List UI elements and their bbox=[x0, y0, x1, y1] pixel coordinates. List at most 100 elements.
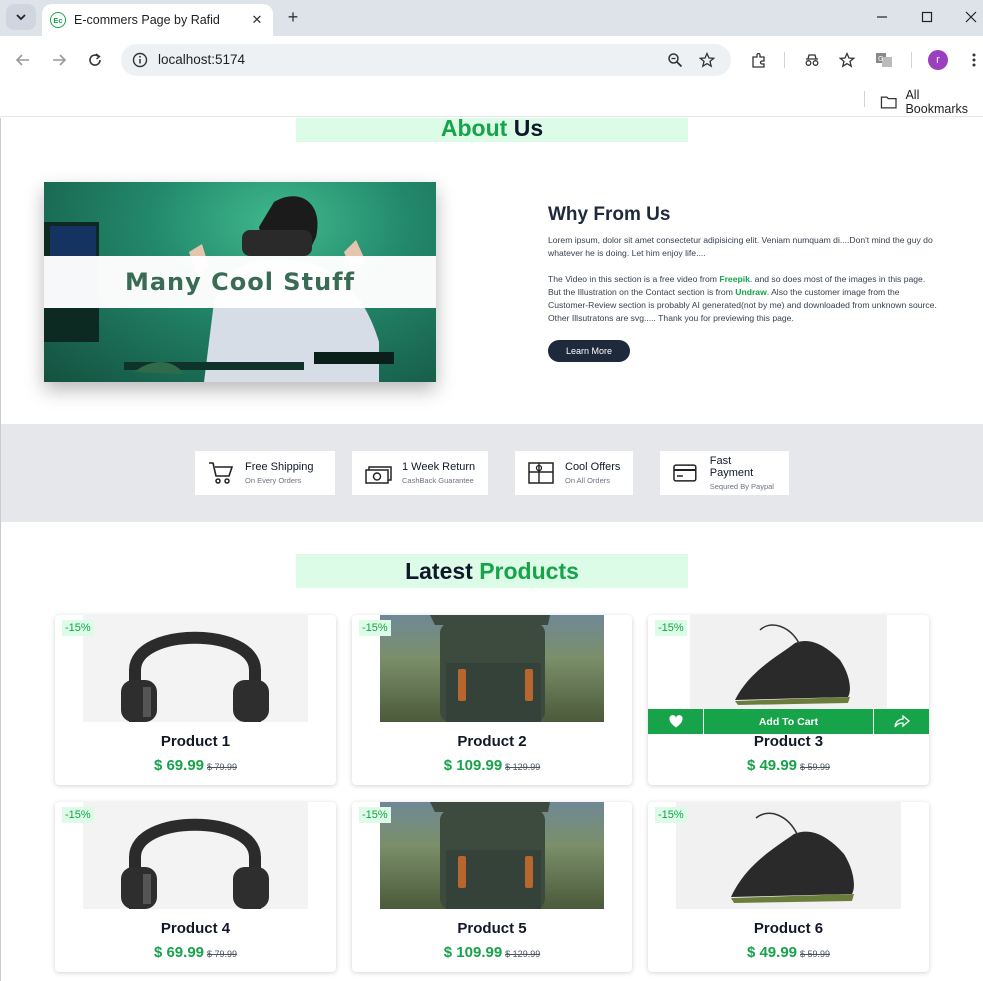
product-card[interactable]: -15% Product 1 $ 69.99 $ 79.99 bbox=[55, 615, 336, 785]
product-name: Product 3 bbox=[753, 733, 824, 750]
maximize-button[interactable] bbox=[914, 6, 940, 28]
product-image[interactable] bbox=[676, 802, 901, 909]
url-text[interactable]: localhost:5174 bbox=[158, 52, 245, 67]
back-button[interactable] bbox=[11, 48, 35, 72]
folder-icon bbox=[880, 96, 897, 109]
toolbar-divider bbox=[784, 52, 785, 68]
tab-title: E-commers Page by Rafid bbox=[74, 13, 220, 27]
product-card[interactable]: -15% Product 4 $ 69.99 $ 79.99 bbox=[55, 802, 336, 972]
gift-icon bbox=[528, 462, 554, 484]
product-price-row: $ 69.99 $ 79.99 bbox=[55, 757, 336, 775]
product-price: $ 49.99 bbox=[746, 757, 797, 774]
product-price: $ 49.99 bbox=[746, 944, 797, 961]
product-image[interactable] bbox=[380, 615, 604, 722]
reload-icon bbox=[89, 53, 101, 66]
profile-avatar[interactable]: r bbox=[928, 50, 948, 70]
product-image[interactable] bbox=[380, 802, 604, 909]
discount-badge: -15% bbox=[62, 807, 94, 823]
backpack-image bbox=[430, 615, 550, 722]
product-image[interactable] bbox=[690, 615, 887, 709]
feature-title: Free Shipping bbox=[245, 461, 314, 473]
tab-search-button[interactable] bbox=[6, 4, 36, 30]
why-paragraph-1: Lorem ipsum, dolor sit amet consectetur … bbox=[548, 235, 933, 258]
arrow-right-icon bbox=[53, 54, 67, 66]
star-list-icon bbox=[839, 52, 856, 68]
puzzle-icon bbox=[752, 52, 765, 68]
feature-title: 1 Week Return bbox=[402, 461, 476, 473]
extensions-button[interactable] bbox=[747, 48, 771, 72]
about-hero-video[interactable]: Many Cool Stuff bbox=[44, 182, 436, 382]
close-window-button[interactable] bbox=[958, 6, 983, 28]
reading-list-button[interactable] bbox=[836, 48, 860, 72]
share-icon bbox=[893, 714, 910, 727]
toolbar-divider bbox=[911, 52, 912, 68]
undraw-link[interactable]: Undraw bbox=[735, 287, 767, 297]
sneaker-image bbox=[731, 812, 854, 903]
backpack-image bbox=[430, 802, 550, 909]
discount-badge: -15% bbox=[359, 620, 391, 636]
product-image[interactable] bbox=[83, 802, 308, 909]
product-old-price: $ 129.99 bbox=[505, 762, 541, 772]
cash-icon bbox=[365, 466, 392, 484]
zoom-icon[interactable] bbox=[667, 52, 683, 68]
about-title-part2: Us bbox=[513, 118, 544, 141]
bookmark-star-icon[interactable] bbox=[699, 52, 715, 68]
share-button[interactable] bbox=[873, 709, 929, 734]
close-tab-icon[interactable]: ✕ bbox=[249, 12, 265, 28]
why-paragraph-2: The Video in this section is a free vide… bbox=[548, 273, 940, 325]
kebab-menu-icon bbox=[972, 53, 976, 67]
browser-toolbar: localhost:5174 G r bbox=[0, 36, 983, 84]
products-title-part2: Products bbox=[479, 558, 579, 584]
freepik-link[interactable]: Freepik bbox=[719, 274, 750, 284]
hero-banner: Many Cool Stuff bbox=[44, 256, 436, 308]
product-card[interactable]: -15% Add To Cart Product 3 $ 49.99 $ 59.9… bbox=[648, 615, 929, 785]
product-price: $ 109.99 bbox=[443, 757, 503, 774]
heart-icon bbox=[668, 715, 683, 728]
reload-button[interactable] bbox=[83, 48, 107, 72]
product-price-row: $ 49.99 $ 59.99 bbox=[648, 757, 929, 775]
add-to-cart-button[interactable]: Add To Cart bbox=[704, 709, 873, 734]
maximize-icon bbox=[921, 11, 933, 23]
products-title-part1: Latest bbox=[405, 558, 473, 584]
product-name: Product 1 bbox=[160, 733, 231, 750]
forward-button[interactable] bbox=[47, 48, 71, 72]
close-icon bbox=[965, 11, 977, 23]
card-icon bbox=[673, 464, 697, 482]
learn-more-button[interactable]: Learn More bbox=[548, 340, 631, 362]
feature-cool-offers: Cool Offers On All Orders bbox=[515, 451, 633, 495]
new-tab-button[interactable]: + bbox=[283, 7, 303, 27]
product-old-price: $ 79.99 bbox=[207, 949, 238, 959]
discount-badge: -15% bbox=[655, 620, 687, 636]
about-title-part1: About bbox=[440, 118, 508, 141]
product-card[interactable]: -15% Product 2 $ 109.99 $ 129.99 bbox=[352, 615, 632, 785]
bookmarks-bar: All Bookmarks bbox=[0, 84, 983, 117]
headphones-image bbox=[121, 631, 269, 722]
product-old-price: $ 59.99 bbox=[800, 949, 831, 959]
product-name: Product 2 bbox=[457, 733, 527, 750]
product-old-price: $ 59.99 bbox=[800, 762, 831, 772]
bookmarks-divider bbox=[864, 91, 865, 107]
wishlist-button[interactable] bbox=[648, 709, 704, 734]
site-info-icon[interactable] bbox=[132, 52, 148, 68]
browser-menu-button[interactable] bbox=[962, 48, 983, 72]
svg-text:G: G bbox=[878, 55, 883, 63]
product-image[interactable] bbox=[83, 615, 308, 722]
para2-text-a: The Video in this section is a free vide… bbox=[548, 274, 720, 284]
favicon-icon: Ec bbox=[50, 12, 66, 28]
about-title: About Us bbox=[296, 118, 688, 142]
incognito-button[interactable] bbox=[800, 48, 824, 72]
cart-icon bbox=[209, 462, 234, 484]
minimize-button[interactable] bbox=[869, 6, 895, 28]
translate-button[interactable]: G bbox=[872, 48, 896, 72]
address-bar[interactable]: localhost:5174 bbox=[121, 44, 731, 76]
product-old-price: $ 129.99 bbox=[505, 949, 541, 959]
all-bookmarks-button[interactable]: All Bookmarks bbox=[880, 88, 983, 116]
feature-title: Fast Payment bbox=[709, 455, 754, 479]
active-tab[interactable]: Ec E-commers Page by Rafid ✕ bbox=[42, 4, 273, 36]
product-card[interactable]: -15% Product 6 $ 49.99 $ 59.99 bbox=[648, 802, 929, 972]
feature-subtitle: On All Orders bbox=[565, 476, 611, 485]
feature-subtitle: CashBack Guarantee bbox=[402, 476, 474, 485]
feature-week-return: 1 Week Return CashBack Guarantee bbox=[352, 451, 488, 495]
product-card[interactable]: -15% Product 5 $ 109.99 $ 129.99 bbox=[352, 802, 632, 972]
product-price-row: $ 69.99 $ 79.99 bbox=[55, 944, 336, 962]
